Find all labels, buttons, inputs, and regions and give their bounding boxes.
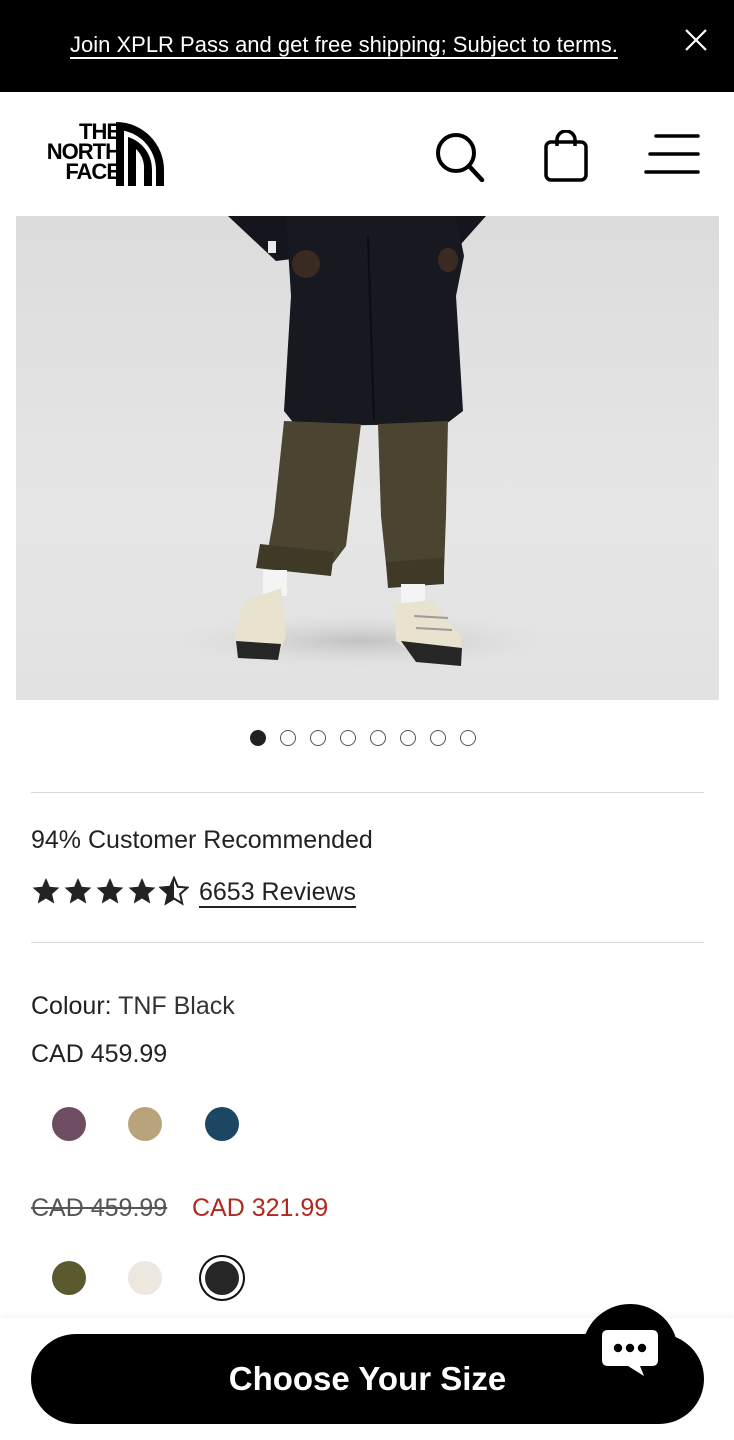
divider: [31, 942, 704, 943]
gallery-dot[interactable]: [280, 730, 296, 746]
shopping-bag-icon[interactable]: [538, 130, 594, 182]
reviews-link[interactable]: 6653 Reviews: [199, 878, 356, 907]
search-icon[interactable]: [430, 130, 486, 182]
divider: [31, 792, 704, 793]
gallery-dot[interactable]: [370, 730, 386, 746]
colour-selection: Colour: TNF Black: [31, 992, 235, 1021]
recommendation-text: 94% Customer Recommended: [31, 826, 373, 854]
original-price: CAD 459.99: [31, 1194, 168, 1222]
colour-swatch-khaki[interactable]: [128, 1107, 162, 1141]
colour-swatch-olive[interactable]: [52, 1261, 86, 1295]
chat-bubble-icon: [602, 1330, 658, 1376]
promo-banner: Join XPLR Pass and get free shipping; Su…: [0, 0, 734, 92]
brand-logo[interactable]: THE NORTH FACE: [28, 119, 168, 188]
product-image[interactable]: [16, 216, 719, 700]
star-icon: [96, 877, 124, 904]
site-header: THE NORTH FACE: [0, 92, 734, 216]
sale-price: CAD 321.99: [192, 1194, 329, 1222]
half-dome-icon: [116, 122, 164, 186]
gallery-dot[interactable]: [460, 730, 476, 746]
close-icon[interactable]: [682, 26, 710, 54]
colour-value: TNF Black: [118, 992, 235, 1020]
gallery-dot[interactable]: [310, 730, 326, 746]
colour-swatch-black[interactable]: [205, 1261, 239, 1295]
gallery-dot[interactable]: [430, 730, 446, 746]
star-rating: [31, 876, 189, 906]
logo-wordmark: THE NORTH FACE: [46, 119, 121, 184]
half-star-icon: [159, 876, 189, 906]
regular-price: CAD 459.99: [31, 1040, 168, 1068]
star-icon: [32, 877, 60, 904]
star-icon: [64, 877, 92, 904]
menu-icon[interactable]: [644, 130, 700, 182]
star-icon: [128, 877, 156, 904]
colour-swatch-purple[interactable]: [52, 1107, 86, 1141]
colour-label: Colour:: [31, 992, 112, 1020]
chat-button[interactable]: [582, 1304, 678, 1400]
promo-link[interactable]: Join XPLR Pass and get free shipping; Su…: [70, 32, 618, 58]
product-photo: [171, 216, 551, 669]
colour-swatch-navy[interactable]: [205, 1107, 239, 1141]
colour-swatch-cream[interactable]: [128, 1261, 162, 1295]
gallery-dot[interactable]: [400, 730, 416, 746]
gallery-pagination: [250, 730, 476, 748]
gallery-dot[interactable]: [340, 730, 356, 746]
gallery-dot[interactable]: [250, 730, 266, 746]
